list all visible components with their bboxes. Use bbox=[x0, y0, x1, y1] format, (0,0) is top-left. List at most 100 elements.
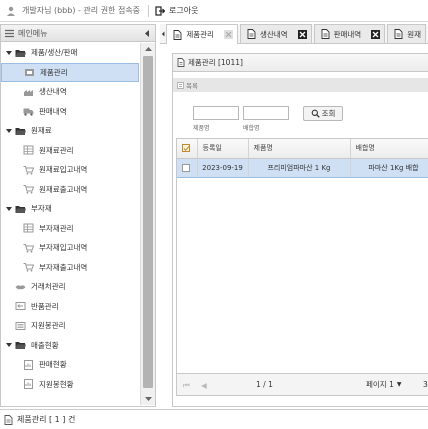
menu-group[interactable]: 원재료 bbox=[1, 121, 139, 141]
folder-open-icon bbox=[15, 205, 26, 213]
truck-icon bbox=[23, 108, 34, 116]
scroll-thumb[interactable] bbox=[143, 56, 153, 388]
spacer-icon bbox=[5, 302, 13, 310]
row-checkbox[interactable] bbox=[182, 163, 190, 172]
product-name-input[interactable] bbox=[193, 106, 239, 120]
menu-group[interactable]: 반품관리 bbox=[1, 297, 139, 317]
tab-1[interactable]: 생산내역 bbox=[239, 24, 312, 43]
menu-item-label: 판매내역 bbox=[39, 106, 67, 116]
menu-item[interactable]: 생산내역 bbox=[1, 82, 139, 102]
cart-icon bbox=[23, 263, 34, 272]
menu-item[interactable]: 원재료입고내역 bbox=[1, 160, 139, 180]
document-icon bbox=[394, 29, 403, 39]
menu-item[interactable]: 판매내역 bbox=[1, 102, 139, 122]
menu-group[interactable]: 매출현황 bbox=[1, 336, 139, 356]
mix-name-field: 배합명 bbox=[243, 106, 289, 132]
menu-item[interactable]: 부자재관리 bbox=[1, 219, 139, 239]
cell-mix[interactable]: 파마산 1Kg 배합 bbox=[350, 157, 428, 178]
collapse-left-icon[interactable] bbox=[143, 29, 151, 38]
cell-product[interactable]: 프리미엄파마산 1 Kg bbox=[248, 157, 351, 178]
list-label: 목록 bbox=[186, 82, 198, 90]
list-icon bbox=[177, 81, 184, 89]
menu-item-label: 부자재 bbox=[31, 204, 52, 214]
close-icon[interactable] bbox=[371, 29, 381, 39]
folder-open-icon bbox=[15, 49, 26, 57]
menu-item-label: 지원봉관리 bbox=[31, 321, 66, 331]
tab-label: 판매내역 bbox=[333, 29, 362, 39]
expand-toggle-icon[interactable] bbox=[5, 49, 13, 57]
scroll-up-icon[interactable] bbox=[141, 43, 156, 55]
menu-item-label: 원재료관리 bbox=[39, 145, 74, 155]
search-icon bbox=[311, 109, 320, 118]
product-grid: 등록일 제품명 배합명 2023-09-19 프리미엄파마산 1 Kg 파마산 … bbox=[176, 138, 428, 396]
cart-icon bbox=[23, 165, 34, 175]
search-button[interactable]: 조회 bbox=[303, 106, 343, 121]
return-icon bbox=[15, 302, 26, 311]
menu-group[interactable]: 부자재 bbox=[1, 199, 139, 219]
expand-toggle-icon[interactable] bbox=[5, 205, 13, 213]
report-icon bbox=[24, 359, 33, 370]
page-select[interactable]: 페이지 1 ▼ bbox=[366, 379, 401, 390]
expand-toggle-icon[interactable] bbox=[5, 127, 13, 135]
main-menu-panel: 메인메뉴 제품/생산/판매제품관리생산내역판매내역원재료원재료관리원재료입고내역… bbox=[0, 24, 156, 407]
first-page-icon[interactable]: ⏮ bbox=[183, 381, 191, 390]
page-size-value[interactable]: 30 bbox=[423, 380, 428, 389]
menu-item[interactable]: 원재료출고내역 bbox=[1, 180, 139, 200]
menu-item-label: 제품관리 bbox=[40, 67, 68, 77]
column-header-product[interactable]: 제품명 bbox=[248, 139, 351, 159]
menu-item-label: 거래처관리 bbox=[31, 282, 66, 292]
menu-item[interactable]: 판매현황 bbox=[1, 355, 139, 375]
menu-group[interactable]: 제품/생산/판매 bbox=[1, 43, 139, 63]
menu-item-label: 생산내역 bbox=[39, 87, 67, 97]
spacer-icon bbox=[5, 322, 13, 330]
menu-group[interactable]: 지원봉관리 bbox=[1, 316, 139, 336]
close-icon[interactable] bbox=[223, 30, 233, 39]
mix-name-label: 배합명 bbox=[243, 125, 260, 132]
close-icon[interactable] bbox=[297, 29, 307, 39]
user-info: 개발자님 (bbb) - 관리 권한 접속중 bbox=[0, 5, 140, 16]
main-menu-header: 메인메뉴 bbox=[1, 25, 155, 42]
column-header-date[interactable]: 등록일 bbox=[197, 139, 249, 159]
expand-toggle-icon[interactable] bbox=[5, 341, 13, 349]
tab-list: 제품관리 생산내역 판매내역 원재 bbox=[166, 24, 428, 44]
menu-item[interactable]: 부자재입고내역 bbox=[1, 238, 139, 258]
menu-item-label: 판매현황 bbox=[39, 360, 67, 370]
panel-header: 제품관리 [1011] bbox=[173, 54, 428, 72]
menu-item-label: 부자재입고내역 bbox=[39, 243, 88, 253]
report-icon bbox=[24, 379, 33, 390]
menu-item[interactable]: 원재료관리 bbox=[1, 141, 139, 161]
prev-page-icon[interactable]: ◀ bbox=[201, 381, 209, 390]
product-management-panel: 제품관리 [1011] 목록 제품명 배합명 조회 등록일 제품명 배합명 20… bbox=[172, 53, 428, 407]
user-text: 개발자님 (bbb) - 관리 권한 접속중 bbox=[22, 6, 141, 15]
menu-group[interactable]: 거래처관리 bbox=[1, 277, 139, 297]
select-all-checkbox[interactable] bbox=[182, 144, 190, 153]
menu-item-label: 부자재출고내역 bbox=[39, 262, 88, 272]
menu-icon bbox=[5, 29, 14, 37]
document-icon bbox=[247, 29, 256, 39]
status-bar: 제품관리 [ 1 ] 건 bbox=[0, 409, 428, 429]
search-button-label: 조회 bbox=[321, 109, 336, 118]
menu-item[interactable]: 지원봉현황 bbox=[1, 375, 139, 395]
table-row[interactable]: 2023-09-19 프리미엄파마산 1 Kg 파마산 1Kg 배합 bbox=[177, 157, 428, 178]
product-name-field: 제품명 bbox=[193, 106, 239, 132]
document-icon bbox=[321, 29, 330, 39]
page-info: 1 / 1 bbox=[256, 380, 273, 389]
row-checkbox-cell[interactable] bbox=[177, 157, 198, 178]
menu-item-label: 매출현황 bbox=[31, 340, 59, 350]
menu-item[interactable]: 부자재출고내역 bbox=[1, 258, 139, 278]
select-all-header[interactable] bbox=[177, 139, 198, 159]
column-header-mix[interactable]: 배합명 bbox=[350, 139, 428, 159]
menu-tree: 제품/생산/판매제품관리생산내역판매내역원재료원재료관리원재료입고내역 원재료출고… bbox=[1, 43, 139, 403]
tab-3[interactable]: 원재 bbox=[387, 24, 426, 43]
menu-item[interactable]: 제품관리 bbox=[1, 62, 139, 82]
menu-scrollbar[interactable] bbox=[140, 43, 155, 405]
logout-button[interactable]: 로그아웃 bbox=[155, 5, 199, 16]
list-section-header: 목록 bbox=[173, 78, 428, 92]
tab-2[interactable]: 판매내역 bbox=[313, 24, 386, 43]
tab-label: 제품관리 bbox=[186, 30, 214, 39]
mix-name-input[interactable] bbox=[243, 106, 289, 120]
menu-item-label: 원재료 bbox=[31, 126, 52, 136]
scroll-down-icon[interactable] bbox=[141, 393, 156, 405]
tab-0[interactable]: 제품관리 bbox=[166, 24, 238, 44]
cell-date[interactable]: 2023-09-19 bbox=[197, 157, 249, 178]
